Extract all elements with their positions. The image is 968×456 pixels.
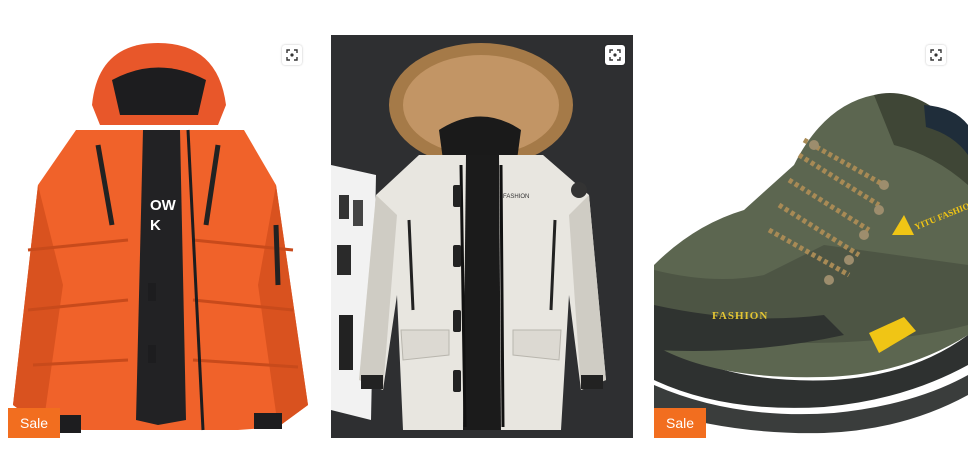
product-image-hiking-shoe[interactable]: YITU FASHION FASHION — [654, 35, 968, 438]
sale-badge: Sale — [654, 408, 707, 438]
expand-icon — [609, 49, 621, 61]
expand-icon — [930, 49, 942, 61]
product-card-3[interactable]: YITU FASHION FASHION Sale — [654, 35, 968, 438]
svg-text:K: K — [150, 217, 161, 234]
zoom-button[interactable] — [605, 45, 625, 65]
svg-text:FASHION: FASHION — [503, 194, 529, 200]
expand-icon — [286, 49, 298, 61]
product-card-2[interactable]: FASHION — [331, 35, 633, 438]
svg-text:OW: OW — [150, 197, 177, 214]
product-image-white-parka[interactable]: FASHION — [331, 35, 633, 438]
zoom-button[interactable] — [926, 45, 946, 65]
zoom-button[interactable] — [282, 45, 302, 65]
shoe-brand-text: FASHION — [712, 310, 768, 322]
sale-badge: Sale — [8, 408, 61, 438]
product-image-orange-jacket[interactable]: OW K — [8, 35, 310, 438]
product-card-1[interactable]: OW K Sale — [8, 35, 310, 438]
